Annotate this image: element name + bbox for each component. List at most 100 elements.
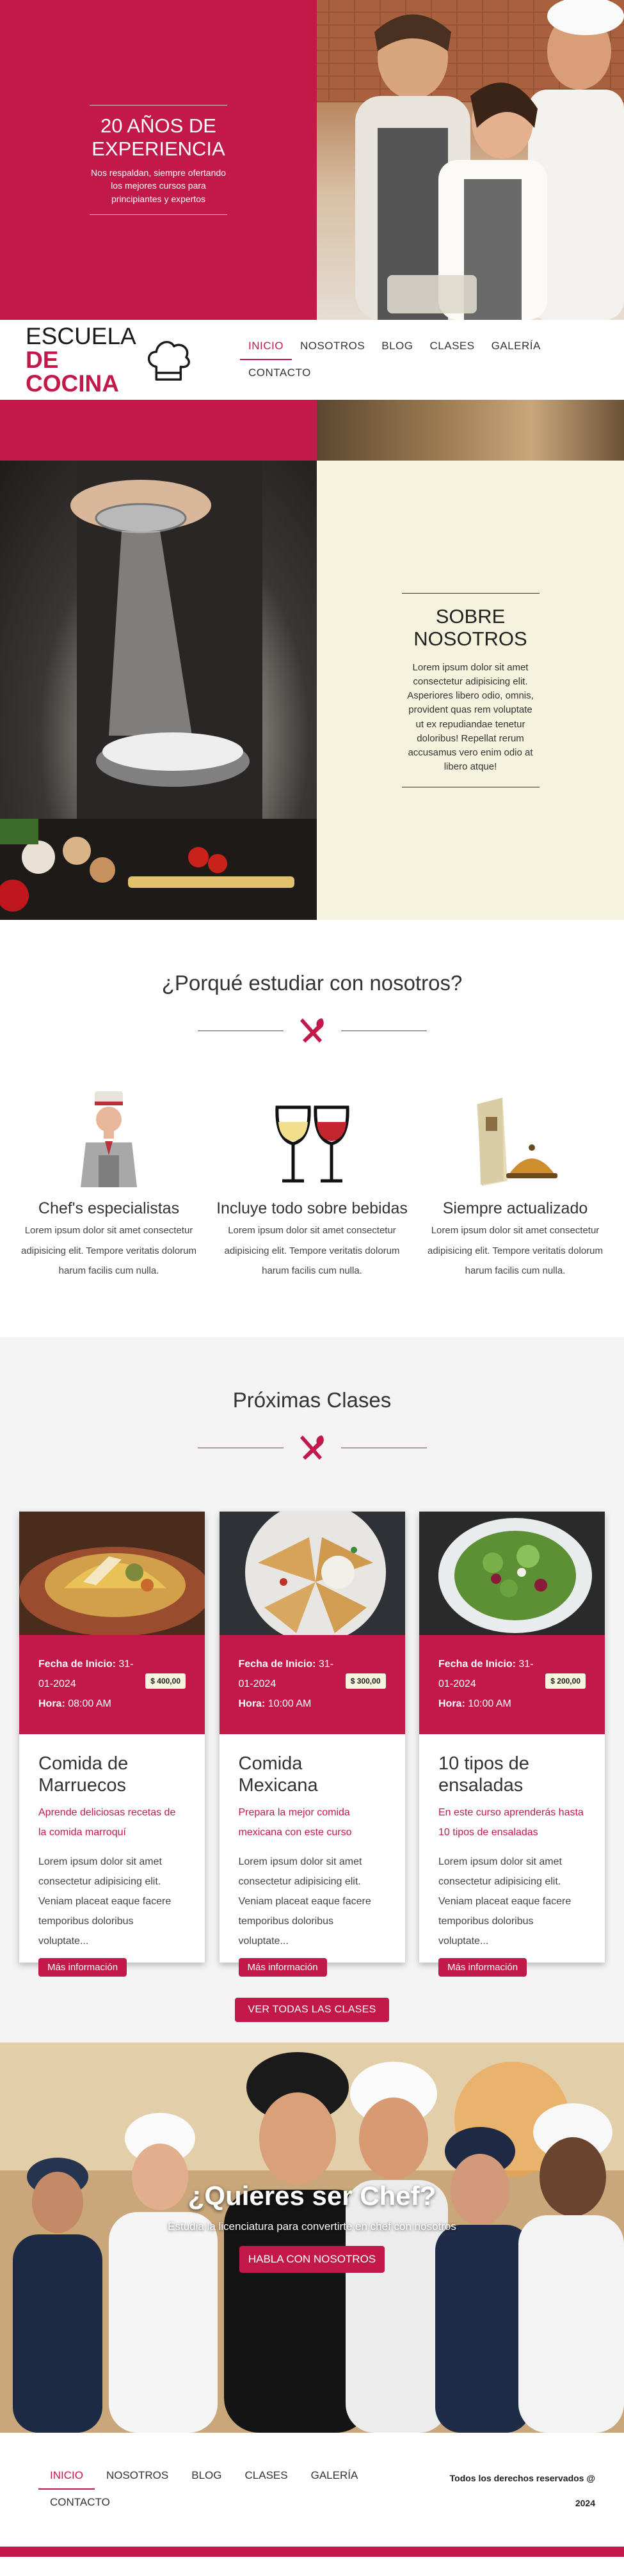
nav-item-blog[interactable]: BLOG: [373, 333, 421, 360]
price-badge: $ 400,00: [145, 1673, 186, 1689]
strip-kitchen-image: [317, 400, 624, 461]
nav-item-nosotros[interactable]: NOSOTROS: [292, 333, 373, 360]
chef-icon: [81, 1091, 137, 1187]
cta-content: ¿Quieres ser Chef? Estudia la licenciatu…: [0, 2181, 624, 2273]
chefs-cooking-photo: [317, 0, 624, 320]
feature-text: Lorem ipsum dolor sit amet consectetur a…: [20, 1225, 196, 1276]
class-card-image: [419, 1512, 605, 1635]
price-badge: $ 300,00: [345, 1673, 386, 1689]
more-info-button[interactable]: Más información: [238, 1957, 327, 1977]
class-time: Hora: 10:00 AM: [239, 1694, 344, 1714]
class-date: Fecha de Inicio: 31-01-2024: [239, 1654, 344, 1694]
class-card-image: [219, 1512, 405, 1635]
more-info-button[interactable]: Más información: [438, 1957, 527, 1977]
nav-item-contacto[interactable]: CONTACTO: [240, 360, 319, 387]
class-title: 10 tipos de ensaladas: [438, 1753, 529, 1796]
hero-bottom-strip: [0, 400, 624, 461]
class-card-body: Comida Mexicana Prepara la mejor comida …: [220, 1734, 405, 1977]
hero-chefs-image: [317, 0, 624, 320]
about-flour-image: [0, 461, 317, 920]
cta-title: ¿Quieres ser Chef?: [188, 2181, 436, 2211]
why-section: ¿Porqué estudiar con nosotros? Chef's es…: [0, 920, 624, 1337]
footer-accent-bar: [0, 2547, 624, 2557]
footer-nav-clases[interactable]: CLASES: [234, 2463, 300, 2490]
strip-accent: [0, 400, 317, 461]
feature-title: Siempre actualizado: [442, 1199, 588, 1217]
menu-cloche-icon: [477, 1098, 557, 1186]
footer-nav-inicio[interactable]: INICIO: [38, 2463, 95, 2490]
footer-nav-contacto[interactable]: CONTACTO: [38, 2490, 122, 2517]
cta-section: ¿Quieres ser Chef? Estudia la licenciatu…: [0, 2043, 624, 2433]
flour-sifting-photo: [0, 461, 317, 920]
cta-text: Estudia la licenciatura para convertirte…: [168, 2220, 456, 2232]
class-description: Lorem ipsum dolor sit amet consectetur a…: [38, 1856, 172, 1947]
class-card-body: 10 tipos de ensaladas En este curso apre…: [419, 1734, 605, 1977]
about-box: SOBRE NOSOTROS Lorem ipsum dolor sit ame…: [401, 592, 540, 788]
time-value: 10:00 AM: [268, 1698, 312, 1710]
class-subtitle: En este curso aprenderás hasta 10 tipos …: [438, 1807, 584, 1838]
about-section: SOBRE NOSOTROS Lorem ipsum dolor sit ame…: [0, 461, 624, 920]
logo-line2: DE COCINA: [26, 347, 119, 397]
time-label: Hora:: [238, 1698, 266, 1710]
class-card: Fecha de Inicio: 31-01-2024 Hora: 10:00 …: [419, 1512, 605, 1977]
logo-text: ESCUELA DE COCINA: [26, 324, 140, 395]
more-info-button[interactable]: Más información: [38, 1957, 127, 1977]
feature-icon-wrap: [419, 1091, 611, 1187]
classes-title: Próximas Clases: [232, 1388, 392, 1412]
date-label: Fecha de Inicio:: [238, 1659, 316, 1670]
nav-item-inicio[interactable]: INICIO: [240, 333, 292, 360]
class-card-body: Comida de Marruecos Aprende deliciosas r…: [19, 1734, 205, 1977]
class-title: Comida Mexicana: [238, 1753, 318, 1796]
footer-nav-galeria[interactable]: GALERÍA: [300, 2463, 370, 2490]
class-date: Fecha de Inicio: 31-01-2024: [438, 1654, 544, 1694]
hero-title: 20 AÑOS DE EXPERIENCIA: [92, 114, 225, 160]
contact-us-button[interactable]: HABLA CON NOSOTROS: [239, 2246, 385, 2273]
class-card-info: Fecha de Inicio: 31-01-2024 Hora: 10:00 …: [219, 1635, 405, 1734]
hero-panel: 20 AÑOS DE EXPERIENCIA Nos respaldan, si…: [0, 0, 317, 320]
fork-knife-icon: [300, 1018, 324, 1043]
nav-item-galeria[interactable]: GALERÍA: [483, 333, 549, 360]
class-card-image: [19, 1512, 205, 1635]
logo[interactable]: ESCUELA DE COCINA: [0, 324, 192, 395]
hero-section: 20 AÑOS DE EXPERIENCIA Nos respaldan, si…: [0, 0, 624, 320]
wine-glasses-icon: [275, 1105, 349, 1183]
why-title: ¿Porqué estudiar con nosotros?: [161, 971, 463, 995]
class-title: Comida de Marruecos: [38, 1753, 129, 1796]
hero-box: 20 AÑOS DE EXPERIENCIA Nos respaldan, si…: [90, 104, 227, 216]
feature-item: Siempre actualizado Lorem ipsum dolor si…: [419, 1091, 611, 1281]
footer-nav-blog[interactable]: BLOG: [180, 2463, 233, 2490]
feature-icon-wrap: [13, 1091, 205, 1187]
time-label: Hora:: [38, 1698, 65, 1710]
class-date: Fecha de Inicio: 31-01-2024: [38, 1654, 144, 1694]
copyright-text: Todos los derechos reservados @ 2024: [449, 2473, 595, 2509]
hero-text: Nos respaldan, siempre ofertando los mej…: [91, 168, 226, 204]
date-label: Fecha de Inicio:: [438, 1659, 516, 1670]
feature-item: Incluye todo sobre bebidas Lorem ipsum d…: [216, 1091, 408, 1281]
tajine-photo: [19, 1512, 205, 1635]
class-card-info: Fecha de Inicio: 31-01-2024 Hora: 10:00 …: [419, 1635, 605, 1734]
logo-line1: ESCUELA: [26, 323, 136, 349]
class-card: Fecha de Inicio: 31-01-2024 Hora: 08:00 …: [19, 1512, 205, 1977]
class-cards: Fecha de Inicio: 31-01-2024 Hora: 08:00 …: [0, 1512, 624, 1977]
classes-section: Próximas Clases Fecha de Inicio: 31-01-2…: [0, 1337, 624, 2043]
feature-text: Lorem ipsum dolor sit amet consectetur a…: [427, 1225, 603, 1276]
nav-item-clases[interactable]: CLASES: [422, 333, 483, 360]
features-list: Chef's especialistas Lorem ipsum dolor s…: [0, 1091, 624, 1281]
class-card: Fecha de Inicio: 31-01-2024 Hora: 10:00 …: [219, 1512, 405, 1977]
feature-text: Lorem ipsum dolor sit amet consectetur a…: [224, 1225, 400, 1276]
feature-title: Incluye todo sobre bebidas: [216, 1199, 408, 1217]
time-value: 08:00 AM: [68, 1698, 111, 1710]
feature-title: Chef's especialistas: [38, 1199, 180, 1217]
feature-icon-wrap: [216, 1091, 408, 1187]
view-all-classes-button[interactable]: VER TODAS LAS CLASES: [235, 1998, 389, 2022]
footer-nav-nosotros[interactable]: NOSOTROS: [95, 2463, 180, 2490]
class-time: Hora: 08:00 AM: [38, 1694, 144, 1714]
about-text-panel: SOBRE NOSOTROS Lorem ipsum dolor sit ame…: [317, 461, 624, 920]
fork-knife-icon: [300, 1435, 324, 1460]
footer-menu: INICIO NOSOTROS BLOG CLASES GALERÍA CONT…: [38, 2463, 397, 2517]
chef-hat-icon: [148, 340, 191, 381]
footer: INICIO NOSOTROS BLOG CLASES GALERÍA CONT…: [0, 2433, 624, 2547]
nav-menu: INICIO NOSOTROS BLOG CLASES GALERÍA CONT…: [240, 333, 573, 387]
class-description: Lorem ipsum dolor sit amet consectetur a…: [238, 1856, 371, 1947]
time-value: 10:00 AM: [468, 1698, 511, 1710]
